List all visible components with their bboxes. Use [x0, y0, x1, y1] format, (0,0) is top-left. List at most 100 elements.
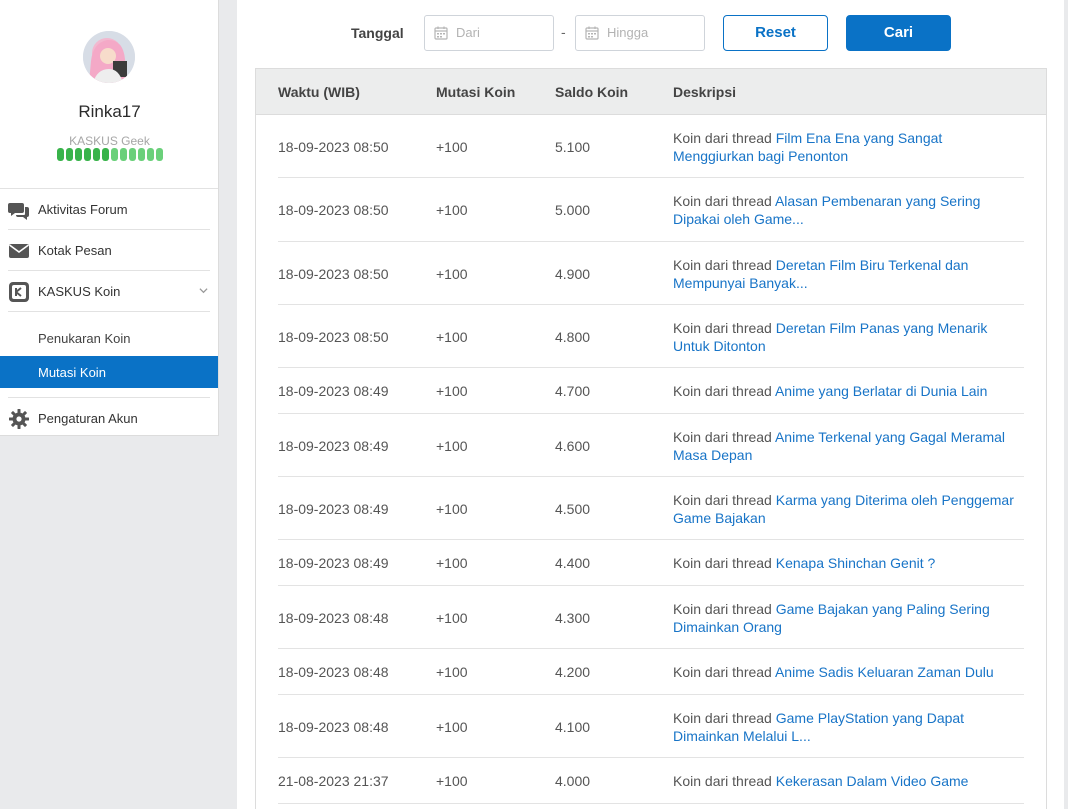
- sidebar-subitem-penukaran[interactable]: Penukaran Koin: [0, 322, 218, 354]
- thread-link[interactable]: Kenapa Shinchan Genit ?: [776, 555, 936, 571]
- table-row: 18-09-2023 08:48 +100 4.300 Koin dari threa…: [256, 586, 1046, 649]
- cell-balance: 5.000: [555, 202, 591, 218]
- cell-description: Koin dari thread Anime Terkenal yang Gag…: [673, 428, 1023, 464]
- table-row: 18-09-2023 08:48 +100 4.200 Koin dari threa…: [256, 649, 1046, 695]
- username[interactable]: Rinka17: [0, 102, 219, 122]
- reset-button[interactable]: Reset: [723, 15, 828, 51]
- table-header: Waktu (WIB) Mutasi Koin Saldo Koin Deskr…: [256, 69, 1046, 115]
- cell-description: Koin dari thread Anime Sadis Keluaran Za…: [673, 663, 1023, 681]
- sidebar-item-inbox[interactable]: Kotak Pesan: [0, 230, 218, 271]
- thread-link[interactable]: Anime yang Berlatar di Dunia Lain: [775, 383, 987, 399]
- cell-description: Koin dari thread Kekerasan Dalam Video G…: [673, 772, 1023, 790]
- sidebar-item-label: Aktivitas Forum: [38, 202, 128, 217]
- calendar-icon: [434, 26, 448, 40]
- cell-change: +100: [436, 718, 468, 735]
- table-row: 18-09-2023 08:49 +100 4.500 Koin dari threa…: [256, 477, 1046, 540]
- cell-time: 18-09-2023 08:48: [278, 718, 389, 735]
- table-row: 21-08-2023 21:37 +100 4.000 Koin dari threa…: [256, 758, 1046, 804]
- cell-balance: 4.800: [555, 328, 591, 345]
- date-from-field[interactable]: [424, 15, 554, 51]
- level-segment: [84, 148, 91, 161]
- desc-prefix: Koin dari thread: [673, 383, 772, 399]
- cell-description: Koin dari thread Deretan Film Panas yang…: [673, 319, 1023, 355]
- sidebar-item-label: Pengaturan Akun: [38, 411, 138, 426]
- sidebar: Rinka17 KASKUS Geek Aktivitas Forum Kota…: [0, 0, 219, 436]
- cell-time: 18-09-2023 08:50: [278, 138, 389, 155]
- chevron-down-icon[interactable]: [199, 286, 208, 295]
- cell-time: 18-09-2023 08:50: [278, 328, 389, 345]
- cell-balance: 4.700: [555, 383, 591, 399]
- cell-change: +100: [436, 328, 468, 345]
- date-to-field[interactable]: [575, 15, 705, 51]
- table-row: 18-09-2023 08:50 +100 5.000 Koin dari threa…: [256, 178, 1046, 242]
- thread-link[interactable]: Kekerasan Dalam Video Game: [776, 773, 969, 789]
- search-button[interactable]: Cari: [846, 15, 951, 51]
- cell-change: +100: [436, 664, 468, 680]
- cell-description: Koin dari thread Game PlayStation yang D…: [673, 709, 1023, 745]
- cell-balance: 4.400: [555, 555, 591, 571]
- desc-prefix: Koin dari thread: [673, 773, 772, 789]
- cell-change: +100: [436, 138, 468, 155]
- header-description: Deskripsi: [673, 84, 737, 100]
- cell-balance: 4.900: [555, 265, 591, 282]
- sidebar-subitem-label: Mutasi Koin: [38, 365, 106, 380]
- desc-prefix: Koin dari thread: [673, 256, 772, 273]
- desc-prefix: Koin dari thread: [673, 491, 772, 508]
- level-segment: [102, 148, 109, 161]
- cell-time: 18-09-2023 08:48: [278, 609, 389, 626]
- sidebar-item-koin[interactable]: KASKUS Koin: [0, 271, 218, 312]
- cell-balance: 4.100: [555, 718, 591, 735]
- cell-description: Koin dari thread Kenapa Shinchan Genit ?: [673, 554, 1023, 572]
- profile-card: Rinka17 KASKUS Geek: [0, 0, 218, 188]
- level-segment: [93, 148, 100, 161]
- sidebar-item-forum[interactable]: Aktivitas Forum: [0, 189, 218, 230]
- date-to-input[interactable]: [607, 25, 697, 40]
- cell-change: +100: [436, 437, 468, 454]
- envelope-icon: [9, 244, 29, 258]
- kaskus-koin-icon: [9, 282, 29, 302]
- desc-prefix: Koin dari thread: [673, 555, 772, 571]
- sidebar-subitem-label: Penukaran Koin: [38, 331, 131, 346]
- cell-change: +100: [436, 609, 468, 626]
- desc-prefix: Koin dari thread: [673, 319, 772, 336]
- sidebar-subitem-mutasi[interactable]: Mutasi Koin: [0, 356, 218, 388]
- cell-description: Koin dari thread Alasan Pembenaran yang …: [673, 192, 1023, 228]
- header-balance: Saldo Koin: [555, 84, 629, 100]
- level-segment: [75, 148, 82, 161]
- cell-change: +100: [436, 773, 468, 789]
- cell-description: Koin dari thread Karma yang Diterima ole…: [673, 491, 1023, 527]
- desc-prefix: Koin dari thread: [673, 129, 772, 146]
- cell-balance: 4.600: [555, 437, 591, 454]
- cell-time: 21-08-2023 21:37: [278, 773, 389, 789]
- desc-prefix: Koin dari thread: [673, 193, 772, 209]
- level-segment: [66, 148, 73, 161]
- date-from-input[interactable]: [456, 25, 546, 40]
- desc-prefix: Koin dari thread: [673, 428, 772, 445]
- table-row: 18-09-2023 08:50 +100 5.100 Koin dari threa…: [256, 115, 1046, 178]
- cell-time: 18-09-2023 08:49: [278, 437, 389, 454]
- cell-change: +100: [436, 265, 468, 282]
- avatar[interactable]: [83, 31, 135, 83]
- sidebar-item-label: Kotak Pesan: [38, 243, 112, 258]
- cell-balance: 4.200: [555, 664, 591, 680]
- level-segment: [111, 148, 118, 161]
- thread-link[interactable]: Anime Sadis Keluaran Zaman Dulu: [775, 664, 994, 680]
- sidebar-menu: Aktivitas Forum Kotak Pesan KASKUS Koin: [0, 188, 218, 439]
- table-row: 18-09-2023 08:49 +100 4.600 Koin dari threa…: [256, 414, 1046, 477]
- cell-description: Koin dari thread Film Ena Ena yang Sanga…: [673, 129, 1023, 165]
- header-time: Waktu (WIB): [278, 84, 360, 100]
- header-change: Mutasi Koin: [436, 84, 516, 100]
- cell-balance: 4.300: [555, 609, 591, 626]
- cell-time: 18-09-2023 08:49: [278, 555, 389, 571]
- cell-description: Koin dari thread Game Bajakan yang Palin…: [673, 600, 1023, 636]
- table-row: 18-09-2023 08:49 +100 4.700 Koin dari threa…: [256, 368, 1046, 414]
- cell-description: Koin dari thread Anime yang Berlatar di …: [673, 382, 1023, 400]
- gear-icon: [9, 409, 29, 429]
- level-segment: [156, 148, 163, 161]
- level-segment: [129, 148, 136, 161]
- date-filter-label: Tanggal: [351, 25, 404, 41]
- table-row: 18-09-2023 08:49 +100 4.400 Koin dari threa…: [256, 540, 1046, 586]
- sidebar-item-settings[interactable]: Pengaturan Akun: [0, 398, 218, 439]
- cell-time: 18-09-2023 08:50: [278, 202, 389, 218]
- table-row: 18-09-2023 08:50 +100 4.800 Koin dari threa…: [256, 305, 1046, 368]
